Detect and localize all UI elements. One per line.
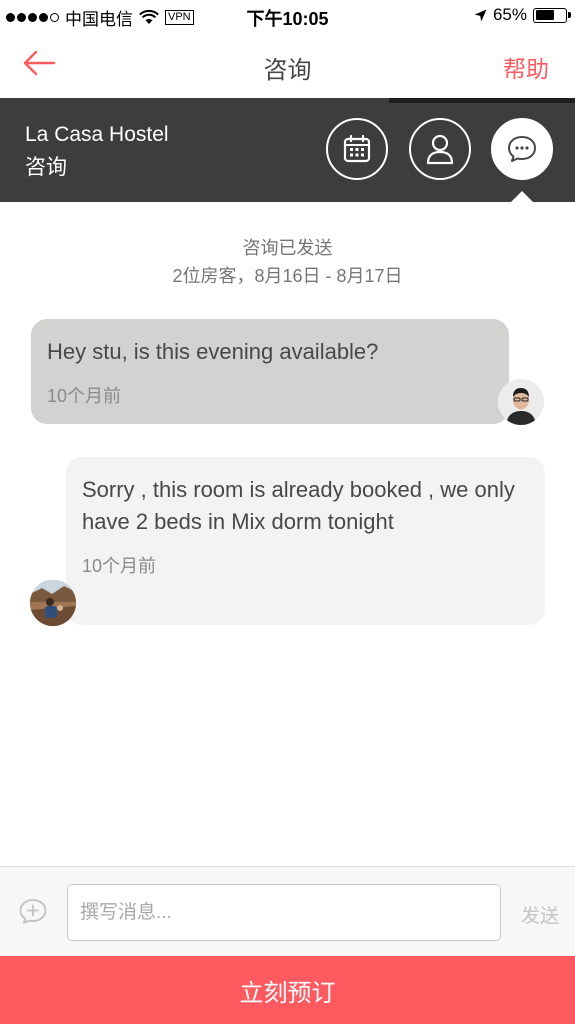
chat-icon: [508, 136, 536, 162]
host-avatar-icon: [30, 580, 76, 626]
battery-icon: [533, 7, 571, 23]
page-title: 咨询: [263, 57, 312, 84]
message-bubble-incoming: Sorry , this room is already booked , we…: [66, 457, 545, 625]
battery-level: [535, 10, 555, 20]
message-input[interactable]: [67, 884, 501, 941]
message-composer: 发送: [0, 866, 575, 956]
book-now-button[interactable]: 立刻预订: [0, 956, 575, 1024]
help-button[interactable]: 帮助: [503, 50, 549, 84]
user-avatar-icon: [498, 379, 544, 425]
message-time: 10个月前: [47, 386, 122, 406]
nav-bar: 咨询 帮助: [0, 32, 575, 98]
location-arrow-icon: [474, 9, 487, 21]
chat-button[interactable]: [491, 118, 553, 180]
inquiry-sent-label: 咨询已发送: [242, 238, 333, 258]
battery-percent: 65%: [492, 5, 527, 24]
calendar-icon: [343, 134, 371, 163]
add-comment-icon: [19, 899, 47, 924]
host-header: La Casa Hostel 咨询: [0, 98, 575, 202]
status-bar: 中国电信 VPN 下午10:05 65%: [0, 0, 575, 32]
add-comment-button[interactable]: [18, 897, 48, 927]
host-name: La Casa Hostel: [25, 123, 169, 146]
send-button[interactable]: 发送: [521, 901, 559, 928]
message-text: Hey stu, is this evening available?: [47, 339, 379, 364]
person-icon: [426, 134, 454, 165]
message-text: Sorry , this room is already booked , we…: [82, 477, 515, 534]
active-tab-pointer: [510, 191, 534, 203]
guest-button[interactable]: [409, 118, 471, 180]
status-right: 65%: [474, 5, 571, 25]
avatar[interactable]: [30, 580, 76, 626]
header-divider: [389, 98, 575, 103]
inquiry-details: 2位房客，8月16日 - 8月17日: [172, 266, 403, 286]
message-time: 10个月前: [82, 556, 157, 576]
calendar-button[interactable]: [326, 118, 388, 180]
message-bubble-outgoing: Hey stu, is this evening available? 10个月…: [31, 319, 509, 424]
host-subtitle: 咨询: [25, 156, 67, 179]
avatar[interactable]: [498, 379, 544, 425]
inquiry-status: 咨询已发送 2位房客，8月16日 - 8月17日: [0, 234, 575, 290]
